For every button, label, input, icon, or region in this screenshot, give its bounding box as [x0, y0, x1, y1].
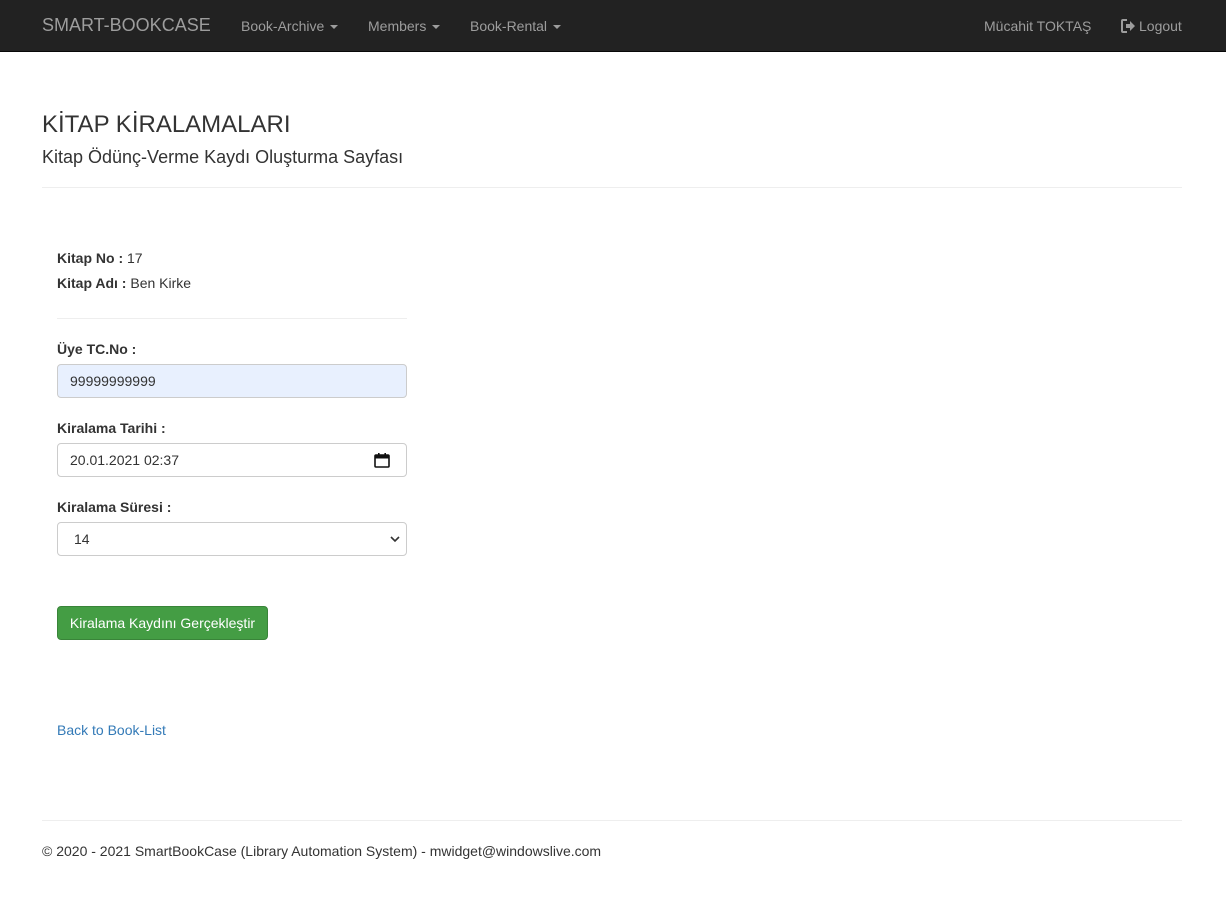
book-name-value: Ben Kirke	[130, 275, 192, 291]
book-no-row: Kitap No : 17	[57, 248, 143, 268]
rental-date-value: 20.01.2021 02:37	[70, 452, 179, 468]
member-tc-label: Üye TC.No :	[57, 341, 137, 357]
caret-down-icon	[330, 25, 339, 30]
footer-divider	[42, 820, 1182, 821]
book-no-label: Kitap No :	[57, 250, 124, 266]
chevron-down-icon	[390, 536, 400, 543]
logout-label: Logout	[1139, 18, 1182, 34]
calendar-icon[interactable]	[374, 453, 390, 468]
brand-link[interactable]: SMART-BOOKCASE	[42, 15, 211, 35]
footer-text: © 2020 - 2021 SmartBookCase (Library Aut…	[42, 843, 602, 859]
member-tc-input[interactable]: 99999999999	[57, 364, 407, 398]
page-title: KİTAP KİRALAMALARI	[42, 111, 291, 138]
rental-duration-label: Kiralama Süresi :	[57, 499, 172, 515]
rental-duration-value: 14	[74, 531, 90, 547]
menu-book-rental-label: Book-Rental	[470, 18, 548, 34]
submit-rental-button[interactable]: Kiralama Kaydını Gerçekleştir	[57, 606, 268, 640]
logout-icon	[1121, 19, 1135, 33]
logout-link[interactable]: Logout	[1121, 16, 1182, 36]
member-tc-value: 99999999999	[70, 373, 156, 389]
menu-book-rental[interactable]: Book-Rental	[470, 16, 562, 36]
rental-date-input[interactable]: 20.01.2021 02:37	[57, 443, 407, 477]
top-navbar: SMART-BOOKCASE Book-Archive Members Book…	[0, 0, 1226, 52]
menu-members[interactable]: Members	[368, 16, 441, 36]
header-divider	[42, 187, 1182, 188]
back-to-book-list-link[interactable]: Back to Book-List	[57, 720, 166, 740]
user-name-link[interactable]: Mücahit TOKTAŞ	[984, 16, 1091, 36]
book-name-row: Kitap Adı : Ben Kirke	[57, 273, 191, 293]
info-divider	[57, 318, 407, 319]
menu-book-archive-label: Book-Archive	[241, 18, 325, 34]
rental-duration-select[interactable]: 14	[57, 522, 407, 556]
menu-book-archive[interactable]: Book-Archive	[241, 16, 339, 36]
book-name-label: Kitap Adı :	[57, 275, 127, 291]
book-no-value: 17	[127, 250, 143, 266]
caret-down-icon	[432, 25, 441, 30]
menu-members-label: Members	[368, 18, 427, 34]
rental-date-label: Kiralama Tarihi :	[57, 420, 166, 436]
page-subtitle: Kitap Ödünç-Verme Kaydı Oluşturma Sayfas…	[42, 147, 404, 167]
caret-down-icon	[553, 25, 562, 30]
